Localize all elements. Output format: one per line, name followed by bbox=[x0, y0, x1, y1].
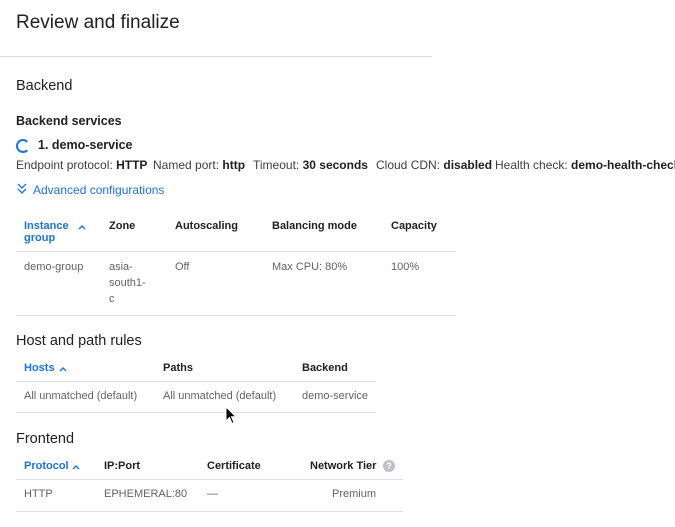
cell-zone-line1: asia- bbox=[109, 261, 133, 273]
timeout: Timeout: 30 seconds bbox=[253, 158, 368, 172]
named-port-label: Named port: bbox=[153, 158, 220, 172]
table-header-divider bbox=[16, 251, 456, 252]
col-certificate[interactable]: Certificate bbox=[207, 460, 261, 472]
cell-ip-port: EPHEMERAL:80 bbox=[104, 488, 188, 500]
health-check-label: Health check: bbox=[495, 158, 568, 172]
col-protocol[interactable]: Protocol bbox=[24, 460, 69, 472]
col-hosts[interactable]: Hosts bbox=[24, 362, 55, 374]
help-circle-icon[interactable]: ? bbox=[383, 460, 395, 472]
arrow-up-icon[interactable] bbox=[72, 460, 80, 470]
table-row-divider bbox=[16, 315, 456, 316]
cloud-cdn-label: Cloud CDN: bbox=[376, 158, 441, 172]
named-port: Named port: http bbox=[153, 158, 245, 172]
named-port-value: http bbox=[222, 158, 246, 172]
col-balancing-mode[interactable]: Balancing mode bbox=[272, 220, 357, 232]
health-check-value: demo-health-check bbox=[571, 158, 675, 172]
cell-backend: demo-service bbox=[302, 390, 369, 402]
frontend-header-divider bbox=[16, 479, 403, 480]
endpoint-protocol-label: Endpoint protocol: bbox=[16, 158, 113, 172]
cell-protocol: HTTP bbox=[24, 488, 53, 500]
title-divider bbox=[0, 56, 432, 57]
cloud-cdn-value: disabled bbox=[443, 158, 493, 172]
cell-autoscaling: Off bbox=[175, 261, 190, 273]
advanced-configurations-link[interactable]: Advanced configurations bbox=[33, 183, 164, 197]
timeout-value: 30 seconds bbox=[302, 158, 368, 172]
cell-balancing-mode: Max CPU: 80% bbox=[272, 261, 348, 273]
cell-network-tier: Premium bbox=[331, 488, 376, 500]
arrow-up-icon[interactable] bbox=[59, 362, 67, 372]
health-check: Health check: demo-health-check bbox=[495, 158, 675, 172]
col-instance-group[interactable]: Instance bbox=[24, 220, 69, 232]
col-network-tier[interactable]: Network Tier bbox=[310, 460, 376, 472]
cell-capacity: 100% bbox=[391, 261, 420, 273]
cell-certificate: — bbox=[207, 488, 218, 500]
cell-paths: All unmatched (default) bbox=[163, 390, 277, 402]
host-path-rules-title: Host and path rules bbox=[16, 333, 142, 349]
frontend-row-divider bbox=[16, 511, 403, 512]
endpoint-protocol: Endpoint protocol: HTTP bbox=[16, 158, 147, 172]
cell-zone-line3: c bbox=[109, 293, 115, 305]
endpoint-protocol-value: HTTP bbox=[116, 158, 148, 172]
col-autoscaling[interactable]: Autoscaling bbox=[175, 220, 238, 232]
col-instance-group-line2: group bbox=[24, 232, 56, 244]
timeout-label: Timeout: bbox=[253, 158, 300, 172]
backend-section-title: Backend bbox=[16, 78, 73, 94]
host-rules-header-divider bbox=[16, 381, 376, 382]
cell-instance-group: demo-group bbox=[24, 261, 84, 273]
backend-services-title: Backend services bbox=[16, 114, 122, 128]
frontend-section-title: Frontend bbox=[16, 431, 75, 447]
col-ip-port[interactable]: IP:Port bbox=[104, 460, 140, 472]
cell-zone-line2: south1- bbox=[109, 277, 146, 289]
col-capacity[interactable]: Capacity bbox=[391, 220, 437, 232]
col-paths[interactable]: Paths bbox=[163, 362, 193, 374]
host-rules-row-divider bbox=[16, 412, 376, 413]
cell-hosts: All unmatched (default) bbox=[24, 390, 138, 402]
loading-spinner-icon bbox=[16, 139, 30, 153]
cloud-cdn: Cloud CDN: disabled bbox=[376, 158, 492, 172]
page-title: Review and finalize bbox=[16, 12, 180, 33]
col-backend[interactable]: Backend bbox=[302, 362, 348, 374]
double-chevron-down-icon[interactable] bbox=[17, 182, 27, 194]
mouse-pointer-icon bbox=[225, 405, 238, 430]
arrow-up-icon[interactable] bbox=[78, 220, 86, 230]
col-zone[interactable]: Zone bbox=[109, 220, 135, 232]
col-instance-group-line1: Instance bbox=[24, 220, 69, 232]
backend-service-name: 1. demo-service bbox=[38, 138, 133, 152]
